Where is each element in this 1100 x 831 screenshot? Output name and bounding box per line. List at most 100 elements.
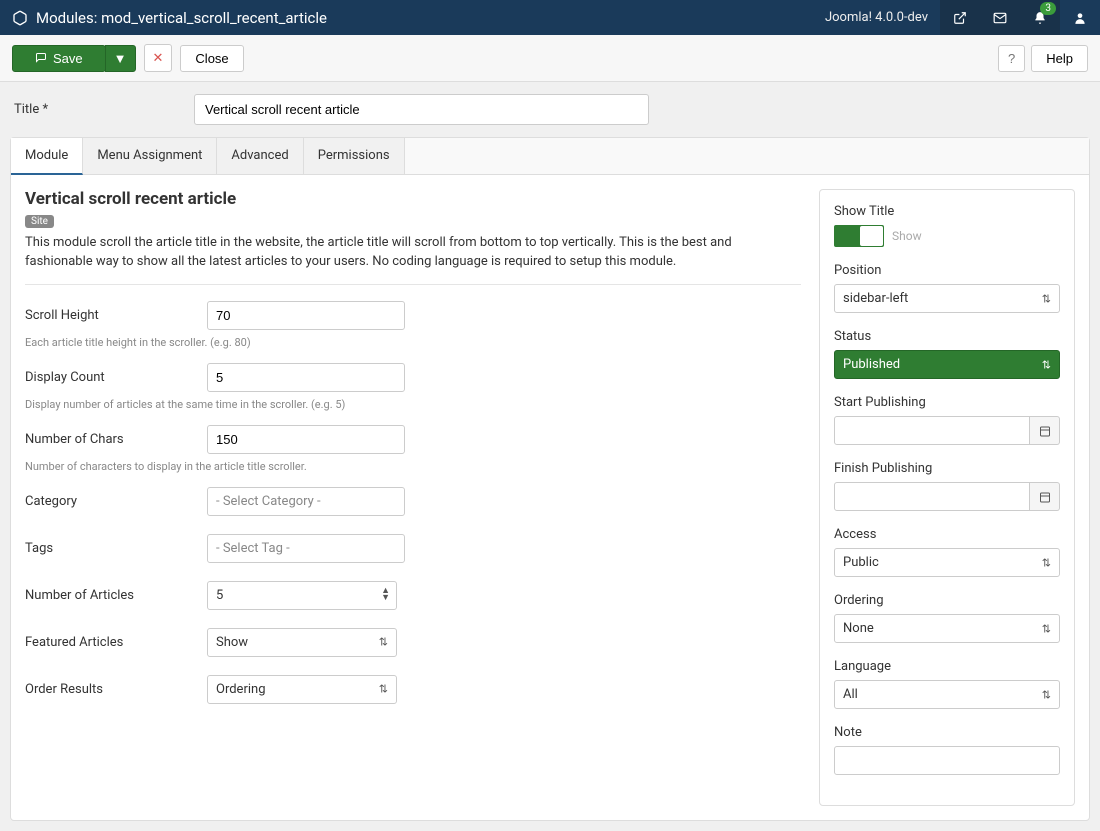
ordering-group: Ordering None⇅ [834,593,1060,643]
order-select[interactable]: Ordering⇅ [207,675,397,704]
order-label: Order Results [25,682,207,697]
scroll-height-help: Each article title height in the scrolle… [25,336,801,349]
access-select[interactable]: Public⇅ [834,548,1060,577]
tags-select[interactable]: - Select Tag - [207,534,405,563]
bell-icon[interactable]: 3 [1020,0,1060,35]
show-title-group: Show Title Show [834,204,1060,247]
chevron-updown-icon: ⇅ [1042,688,1051,701]
status-label: Status [834,329,1060,344]
scroll-height-input[interactable] [207,301,405,330]
chevron-updown-icon: ⇅ [1042,556,1051,569]
status-group: Status Published⇅ [834,329,1060,379]
help-icon-button[interactable]: ? [998,45,1025,72]
save-label: Save [53,51,83,66]
toolbar-right: ? Help [998,45,1088,72]
ordering-label: Ordering [834,593,1060,608]
category-row: Category - Select Category - [25,487,801,516]
language-label: Language [834,659,1060,674]
toolbar: Save ▼ ✕ Close ? Help [0,35,1100,82]
close-label: Close [195,51,228,66]
finish-pub-label: Finish Publishing [834,461,1060,476]
start-pub-input[interactable] [834,416,1030,445]
featured-select[interactable]: Show⇅ [207,628,397,657]
notification-badge: 3 [1040,2,1056,15]
tab-module[interactable]: Module [11,138,83,175]
version-text: Joomla! 4.0.0-dev [813,10,940,25]
category-label: Category [25,494,207,509]
ordering-select[interactable]: None⇅ [834,614,1060,643]
topbar: Modules: mod_vertical_scroll_recent_arti… [0,0,1100,35]
position-select[interactable]: sidebar-left⇅ [834,284,1060,313]
num-chars-input[interactable] [207,425,405,454]
order-row: Order Results Ordering⇅ [25,675,801,704]
divider [25,284,801,285]
tab-menu-assignment[interactable]: Menu Assignment [83,138,217,174]
category-select[interactable]: - Select Category - [207,487,405,516]
tab-permissions[interactable]: Permissions [304,138,405,174]
start-pub-label: Start Publishing [834,395,1060,410]
page-wrap: Module Menu Assignment Advanced Permissi… [10,137,1090,821]
chevron-updown-icon: ⇅ [1042,358,1051,371]
title-input[interactable] [194,94,649,125]
language-group: Language All⇅ [834,659,1060,709]
user-icon[interactable] [1060,0,1100,35]
num-articles-input[interactable]: 5▲▼ [207,581,397,610]
show-title-label: Show Title [834,204,1060,219]
save-dropdown-button[interactable]: ▼ [105,45,136,72]
show-title-toggle[interactable] [834,225,884,247]
topbar-left: Modules: mod_vertical_scroll_recent_arti… [0,9,327,27]
finish-pub-input[interactable] [834,482,1030,511]
help-label: Help [1046,51,1073,66]
start-pub-input-group [834,416,1060,445]
main-column: Vertical scroll recent article Site This… [25,189,801,806]
start-pub-group: Start Publishing [834,395,1060,445]
topbar-right: Joomla! 4.0.0-dev 3 [813,0,1100,35]
display-count-input[interactable] [207,363,405,392]
status-select[interactable]: Published⇅ [834,350,1060,379]
calendar-icon [1039,491,1051,503]
save-button[interactable]: Save [12,45,106,72]
popout-icon[interactable] [940,0,980,35]
tags-row: Tags - Select Tag - [25,534,801,563]
page-title: Modules: mod_vertical_scroll_recent_arti… [36,9,327,27]
chevron-updown-icon: ⇅ [379,683,388,696]
finish-pub-input-group [834,482,1060,511]
display-count-row: Display Count [25,363,801,392]
access-label: Access [834,527,1060,542]
help-button[interactable]: Help [1031,45,1088,72]
mail-icon[interactable] [980,0,1020,35]
close-button[interactable]: Close [180,45,243,72]
title-label: Title * [14,102,182,117]
chevron-updown-icon: ⇅ [379,636,388,649]
position-label: Position [834,263,1060,278]
num-articles-label: Number of Articles [25,588,207,603]
tab-content: Vertical scroll recent article Site This… [11,175,1089,820]
module-heading: Vertical scroll recent article [25,189,801,209]
chevron-updown-icon: ⇅ [1042,622,1051,635]
featured-row: Featured Articles Show⇅ [25,628,801,657]
start-pub-calendar-button[interactable] [1030,416,1060,445]
close-x-button[interactable]: ✕ [144,44,173,72]
site-badge: Site [25,215,54,228]
num-chars-row: Number of Chars [25,425,801,454]
side-column: Show Title Show Position sidebar-left⇅ S… [819,189,1075,806]
tab-advanced[interactable]: Advanced [217,138,303,174]
num-chars-help: Number of characters to display in the a… [25,460,801,473]
note-group: Note [834,725,1060,775]
note-label: Note [834,725,1060,740]
language-select[interactable]: All⇅ [834,680,1060,709]
finish-pub-calendar-button[interactable] [1030,482,1060,511]
calendar-icon [1039,425,1051,437]
cube-icon [12,10,28,26]
module-description: This module scroll the article title in … [25,234,801,272]
access-group: Access Public⇅ [834,527,1060,577]
save-icon [35,52,47,64]
num-chars-label: Number of Chars [25,432,207,447]
scroll-height-row: Scroll Height [25,301,801,330]
title-row: Title * [0,82,1100,137]
position-group: Position sidebar-left⇅ [834,263,1060,313]
tags-label: Tags [25,541,207,556]
show-title-toggle-wrap: Show [834,225,1060,247]
spinner-icon: ▲▼ [381,588,390,602]
note-input[interactable] [834,746,1060,775]
